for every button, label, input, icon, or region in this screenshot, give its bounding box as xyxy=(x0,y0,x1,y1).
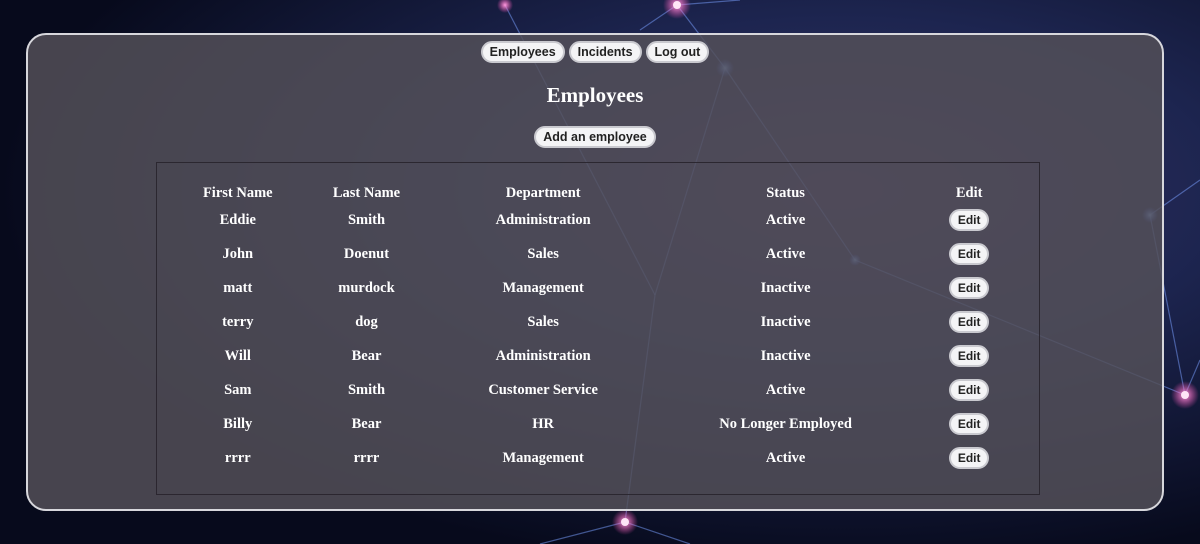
cell-status: Active xyxy=(765,245,806,262)
cell-edit: Edit xyxy=(899,373,1039,407)
cell-department: Administration xyxy=(495,211,591,228)
cell-last-name: Doenut xyxy=(343,245,390,262)
table-row: terry dog Sales Inactive Edit xyxy=(157,305,1039,339)
edit-button[interactable]: Edit xyxy=(948,209,990,231)
cell-status: Active xyxy=(765,211,806,228)
cell-edit: Edit xyxy=(899,305,1039,339)
cell-department: Administration xyxy=(495,347,591,364)
edit-button[interactable]: Edit xyxy=(948,345,990,367)
edit-button[interactable]: Edit xyxy=(948,413,990,435)
cell-department: Sales xyxy=(527,245,559,262)
cell-department: HR xyxy=(532,415,555,432)
nav-logout-button[interactable]: Log out xyxy=(645,41,710,63)
edit-button[interactable]: Edit xyxy=(948,311,990,333)
table-row: Will Bear Administration Inactive Edit xyxy=(157,339,1039,373)
cell-last-name: Smith xyxy=(347,381,386,398)
cell-last-name: dog xyxy=(355,313,378,330)
table-row: rrrr rrrr Management Active Edit xyxy=(157,441,1039,475)
cell-first-name: rrrr xyxy=(224,449,251,466)
edit-button[interactable]: Edit xyxy=(948,447,990,469)
cell-status: Inactive xyxy=(760,347,811,364)
cell-last-name: murdock xyxy=(338,279,395,296)
employees-table-container: First Name Last Name Department Status E… xyxy=(156,162,1040,495)
header-last-name: Last Name xyxy=(332,184,401,201)
cell-department: Sales xyxy=(527,313,559,330)
nav-incidents-button[interactable]: Incidents xyxy=(568,41,642,63)
edit-button[interactable]: Edit xyxy=(948,243,990,265)
cell-first-name: Eddie xyxy=(219,211,256,228)
cell-last-name: rrrr xyxy=(353,449,380,466)
header-status: Status xyxy=(766,184,805,201)
header-department: Department xyxy=(505,184,581,201)
cell-first-name: Billy xyxy=(223,415,253,432)
table-row: Eddie Smith Administration Active Edit xyxy=(157,203,1039,237)
cell-last-name: Smith xyxy=(347,211,386,228)
cell-edit: Edit xyxy=(899,237,1039,271)
edit-button[interactable]: Edit xyxy=(948,379,990,401)
content-panel: Employees Incidents Log out Employees Ad… xyxy=(26,33,1164,511)
cell-edit: Edit xyxy=(899,203,1039,237)
cell-first-name: Sam xyxy=(224,381,252,398)
table-header-row: First Name Last Name Department Status E… xyxy=(157,183,1039,203)
cell-edit: Edit xyxy=(899,407,1039,441)
header-first-name: First Name xyxy=(202,184,273,201)
employees-table: First Name Last Name Department Status E… xyxy=(157,183,1039,475)
table-row: Sam Smith Customer Service Active Edit xyxy=(157,373,1039,407)
table-row: Billy Bear HR No Longer Employed Edit xyxy=(157,407,1039,441)
page-title: Employees xyxy=(546,83,644,107)
cell-status: Active xyxy=(765,449,806,466)
cell-status: Inactive xyxy=(760,313,811,330)
cell-first-name: matt xyxy=(223,279,253,296)
cell-edit: Edit xyxy=(899,441,1039,475)
cell-status: Inactive xyxy=(760,279,811,296)
add-employee-wrapper: Add an employee xyxy=(28,126,1162,148)
header-edit: Edit xyxy=(955,184,983,201)
cell-edit: Edit xyxy=(899,339,1039,373)
cell-department: Management xyxy=(502,449,584,466)
cell-department: Customer Service xyxy=(488,381,598,398)
cell-first-name: John xyxy=(222,245,254,262)
cell-last-name: Bear xyxy=(351,415,382,432)
cell-last-name: Bear xyxy=(351,347,382,364)
nav-employees-button[interactable]: Employees xyxy=(480,41,565,63)
cell-status: Active xyxy=(765,381,806,398)
add-employee-button[interactable]: Add an employee xyxy=(534,126,656,148)
cell-first-name: terry xyxy=(222,313,254,330)
table-row: John Doenut Sales Active Edit xyxy=(157,237,1039,271)
cell-department: Management xyxy=(502,279,584,296)
edit-button[interactable]: Edit xyxy=(948,277,990,299)
cell-first-name: Will xyxy=(224,347,251,364)
cell-status: No Longer Employed xyxy=(719,415,852,432)
top-nav: Employees Incidents Log out xyxy=(28,41,1162,63)
cell-edit: Edit xyxy=(899,271,1039,305)
table-row: matt murdock Management Inactive Edit xyxy=(157,271,1039,305)
